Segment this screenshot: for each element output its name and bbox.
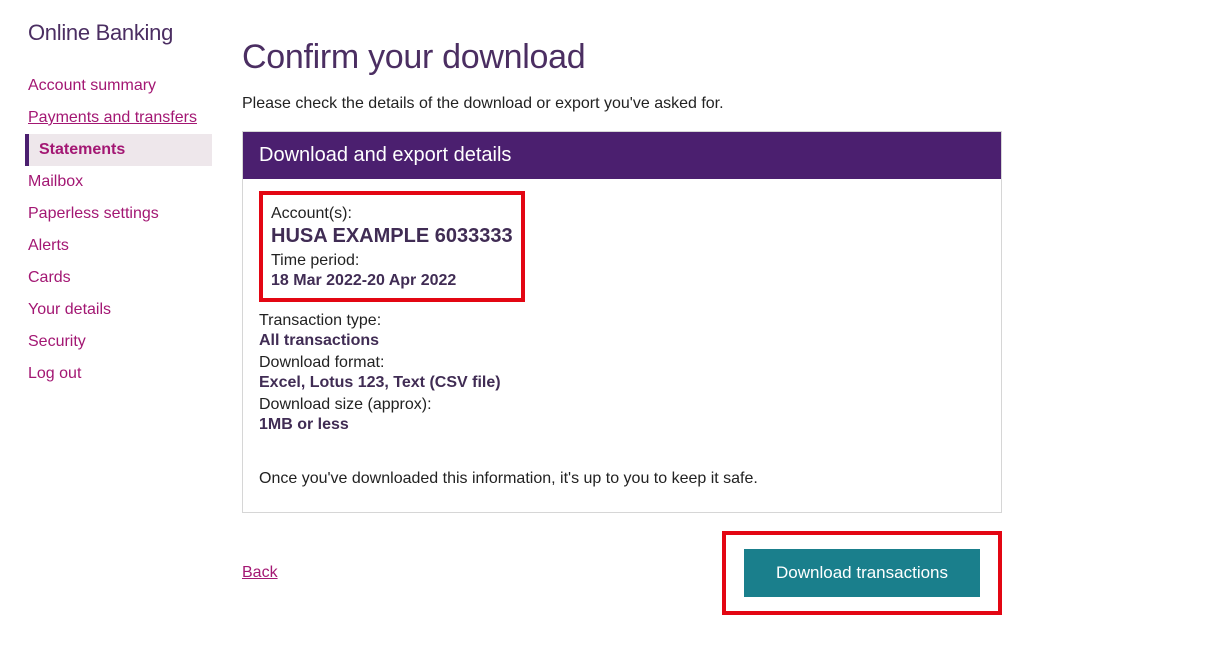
safety-note: Once you've downloaded this information,… xyxy=(259,470,985,488)
panel-body: Account(s): HUSA EXAMPLE 6033333 Time pe… xyxy=(243,179,1001,512)
txtype-value: All transactions xyxy=(259,332,985,350)
actions-row: Back Download transactions xyxy=(242,531,1002,615)
page-intro: Please check the details of the download… xyxy=(242,95,1002,113)
format-value: Excel, Lotus 123, Text (CSV file) xyxy=(259,374,985,392)
txtype-label: Transaction type: xyxy=(259,312,985,330)
nav-payments-transfers[interactable]: Payments and transfers xyxy=(28,102,212,134)
size-value: 1MB or less xyxy=(259,416,985,434)
main-content: Confirm your download Please check the d… xyxy=(242,20,1002,615)
sidebar: Online Banking Account summary Payments … xyxy=(28,20,212,615)
accounts-value: HUSA EXAMPLE 6033333 xyxy=(271,225,513,248)
nav-statements[interactable]: Statements xyxy=(25,134,212,166)
nav-account-summary[interactable]: Account summary xyxy=(28,70,212,102)
period-label: Time period: xyxy=(271,252,513,270)
page-title: Confirm your download xyxy=(242,38,1002,77)
size-label: Download size (approx): xyxy=(259,396,985,414)
nav-security[interactable]: Security xyxy=(28,326,212,358)
nav-your-details[interactable]: Your details xyxy=(28,294,212,326)
nav-log-out[interactable]: Log out xyxy=(28,358,212,390)
download-details-panel: Download and export details Account(s): … xyxy=(242,131,1002,513)
panel-header: Download and export details xyxy=(243,132,1001,179)
nav-mailbox[interactable]: Mailbox xyxy=(28,166,212,198)
nav-alerts[interactable]: Alerts xyxy=(28,230,212,262)
format-label: Download format: xyxy=(259,354,985,372)
download-highlight: Download transactions xyxy=(722,531,1002,615)
highlight-account-period: Account(s): HUSA EXAMPLE 6033333 Time pe… xyxy=(259,191,525,302)
sidebar-title: Online Banking xyxy=(28,20,212,46)
back-link[interactable]: Back xyxy=(242,564,278,582)
accounts-label: Account(s): xyxy=(271,205,513,223)
period-value: 18 Mar 2022-20 Apr 2022 xyxy=(271,272,513,290)
nav-list: Account summary Payments and transfers S… xyxy=(28,70,212,390)
nav-cards[interactable]: Cards xyxy=(28,262,212,294)
download-transactions-button[interactable]: Download transactions xyxy=(744,549,980,597)
nav-paperless-settings[interactable]: Paperless settings xyxy=(28,198,212,230)
